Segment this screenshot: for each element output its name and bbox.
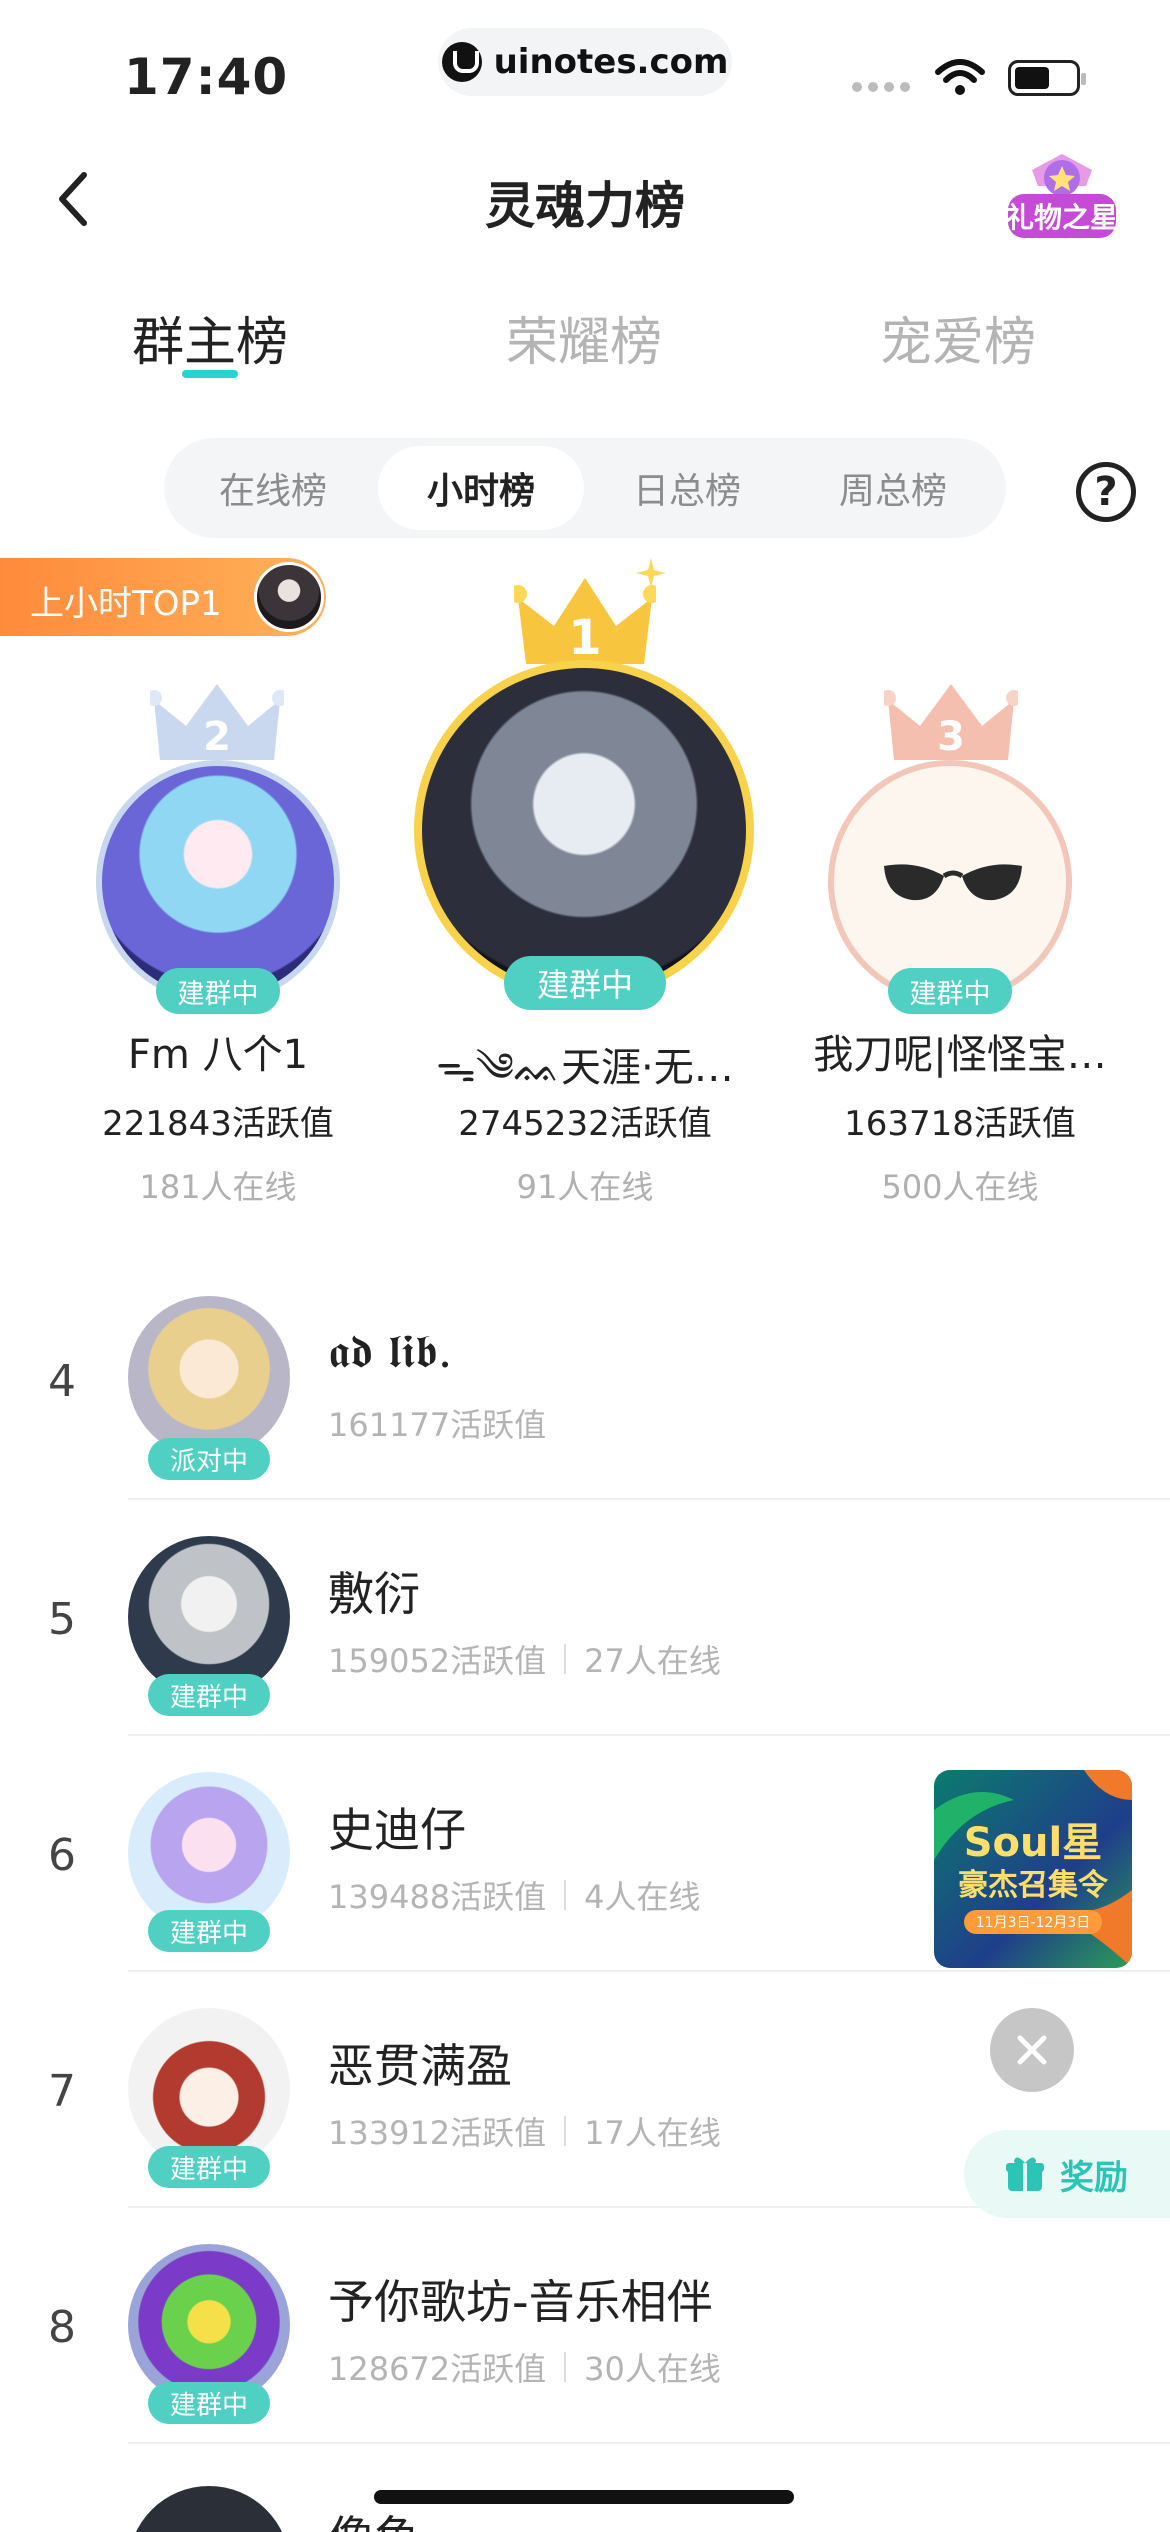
bronze-crown-icon: 3 [884, 684, 1018, 760]
gift-icon [1006, 2157, 1044, 2191]
gift-star-badge[interactable]: 礼物之星 [1002, 150, 1122, 246]
list-score: 133912活跃值 [328, 2114, 547, 2152]
list-score: 161177活跃值 [328, 1406, 547, 1444]
podium-online-1: 91人在线 [516, 1168, 654, 1206]
sparkle-icon [636, 558, 666, 588]
list-item[interactable]: 5 建群中 敷衍 159052活跃值 27人在线 [0, 1532, 1170, 1768]
url-pill[interactable]: uinotes.com [438, 28, 732, 96]
podium-tag-1: 建群中 [504, 956, 666, 1010]
status-badge: 派对中 [148, 1438, 270, 1480]
list-meta: 159052活跃值 27人在线 [328, 1636, 721, 1682]
list-online: 4人在线 [584, 1878, 701, 1916]
url-text: uinotes.com [493, 42, 729, 82]
list-name: 恶贯满盈 [328, 2039, 512, 2093]
list-meta: 139488活跃值 4人在线 [328, 1872, 701, 1918]
promo-date: 11月3日-12月3日 [964, 1910, 1102, 1934]
status-badge: 建群中 [148, 2146, 270, 2188]
signal-icon [852, 82, 910, 92]
status-badge: 建群中 [148, 2382, 270, 2424]
subtab-online[interactable]: 在线榜 [170, 446, 376, 530]
list-item[interactable]: 8 建群中 予你歌坊-音乐相伴 128672活跃值 30人在线 [0, 2240, 1170, 2476]
main-tabs: 群主榜 荣耀榜 宠爱榜 [0, 300, 1170, 380]
list-meta: 161177活跃值 [328, 1400, 546, 1446]
podium-name-2: Fm 八个1 [127, 1032, 309, 1078]
gift-star-label: 礼物之星 [1006, 201, 1118, 234]
reward-button[interactable]: 奖励 [964, 2130, 1170, 2218]
divider [128, 2442, 1170, 2444]
list-name: 史迪仔 [328, 1803, 466, 1857]
list-name: 予你歌坊-音乐相伴 [328, 2275, 713, 2329]
status-time: 17:40 [124, 48, 289, 106]
tab-honor-rank[interactable]: 荣耀榜 [474, 300, 694, 375]
rank-number: 4 [48, 1356, 76, 1407]
list-online: 27人在线 [584, 1642, 721, 1680]
last-hour-top1-banner[interactable]: 上小时TOP1 [0, 558, 326, 636]
top1-avatar [254, 562, 324, 632]
subtab-hourly[interactable]: 小时榜 [378, 446, 584, 530]
promo-card[interactable]: Soul星 豪杰召集令 11月3日-12月3日 [934, 1770, 1132, 1968]
rank-number: 7 [48, 2066, 76, 2117]
divider [128, 1970, 1170, 1972]
list-item[interactable]: 像鱼 [0, 2476, 1170, 2532]
subtab-weekly[interactable]: 周总榜 [790, 446, 996, 530]
status-badge: 建群中 [148, 1674, 270, 1716]
list-name: 𝖆𝖉 𝖑𝖎𝖇. [328, 1324, 453, 1378]
list-score: 139488活跃值 [328, 1878, 547, 1916]
list-score: 159052活跃值 [328, 1642, 547, 1680]
divider [128, 1734, 1170, 1736]
rank-number: 5 [48, 1594, 76, 1645]
list-online: 30人在线 [584, 2350, 721, 2388]
svg-text:2: 2 [203, 714, 231, 760]
divider [128, 1498, 1170, 1500]
rank-number: 8 [48, 2302, 76, 2353]
status-badge: 建群中 [148, 1910, 270, 1952]
site-logo-icon [441, 42, 482, 82]
podium-name-3: 我刀呢|怪怪宝… [813, 1032, 1107, 1078]
battery-icon [1008, 60, 1086, 96]
close-button[interactable] [990, 2008, 1074, 2092]
meta-separator [564, 1644, 567, 1674]
podium-score-3: 163718活跃值 [844, 1104, 1076, 1144]
tab-owner-rank[interactable]: 群主榜 [100, 300, 320, 375]
page-title: 灵魂力榜 [485, 177, 685, 235]
wifi-icon [935, 59, 985, 95]
silver-crown-icon: 2 [150, 684, 284, 760]
podium-tag-3: 建群中 [888, 968, 1012, 1014]
podium-score-1: 2745232活跃值 [458, 1104, 712, 1144]
list-name: 像鱼 [328, 2502, 420, 2532]
meta-separator [564, 2352, 567, 2382]
podium-avatar-1 [414, 660, 754, 1000]
podium-tag-2: 建群中 [156, 968, 280, 1014]
list-item[interactable]: 4 派对中 𝖆𝖉 𝖑𝖎𝖇. 161177活跃值 [0, 1296, 1170, 1532]
home-indicator [374, 2490, 794, 2504]
close-icon [1017, 2035, 1047, 2065]
promo-subtitle: 豪杰召集令 [958, 1868, 1108, 1903]
list-online: 17人在线 [584, 2114, 721, 2152]
tab-active-indicator [182, 370, 238, 378]
meta-separator [564, 1880, 567, 1910]
list-meta: 133912活跃值 17人在线 [328, 2108, 721, 2154]
svg-text:1: 1 [568, 610, 601, 666]
help-icon[interactable]: ? [1076, 462, 1136, 522]
status-bar: 17:40 uinotes.com [0, 0, 1170, 130]
sunglasses-icon [884, 864, 1022, 901]
podium-online-2: 181人在线 [139, 1168, 297, 1206]
avatar [128, 1296, 290, 1458]
list-score: 128672活跃值 [328, 2350, 547, 2388]
avatar [128, 2486, 290, 2532]
reward-label: 奖励 [1060, 2157, 1128, 2198]
list-name: 敷衍 [328, 1567, 420, 1621]
sub-tabs: 在线榜 小时榜 日总榜 周总榜 [164, 438, 1006, 538]
subtab-daily[interactable]: 日总榜 [584, 446, 790, 530]
podium-online-3: 500人在线 [881, 1168, 1039, 1206]
tab-favor-rank[interactable]: 宠爱榜 [848, 300, 1068, 375]
rank-number: 6 [48, 1830, 76, 1881]
list-meta: 128672活跃值 30人在线 [328, 2344, 721, 2390]
svg-text:3: 3 [937, 714, 965, 760]
top1-banner-text: 上小时TOP1 [30, 584, 222, 624]
podium-score-2: 221843活跃值 [102, 1104, 334, 1144]
meta-separator [564, 2116, 567, 2146]
